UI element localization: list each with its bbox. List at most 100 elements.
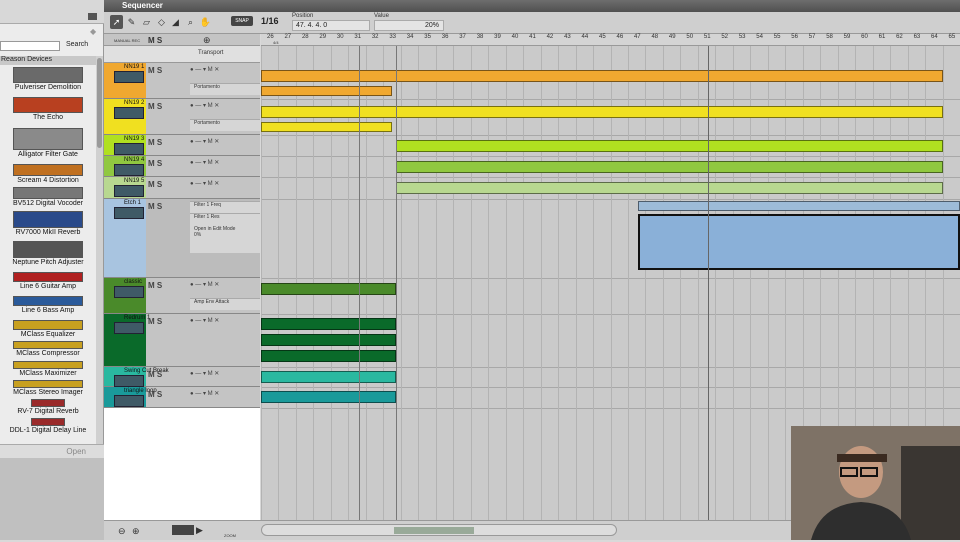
device-item[interactable]: The Echo bbox=[0, 97, 96, 121]
instrument-icon[interactable] bbox=[114, 185, 144, 197]
automation-lane[interactable]: Filter 1 Res Open in Edit Mode 0% bbox=[190, 213, 260, 253]
pencil-tool-icon[interactable]: ✎ bbox=[125, 15, 138, 29]
track-controls[interactable]: ● — ▾ M ✕ bbox=[190, 102, 260, 112]
device-item[interactable]: Alligator Filter Gate bbox=[0, 128, 96, 158]
track-name[interactable]: NN19 3 bbox=[124, 136, 144, 142]
track-name[interactable]: NN19 5 bbox=[124, 178, 144, 184]
manual-rec-label[interactable]: MANUAL REC bbox=[114, 38, 140, 43]
track-controls[interactable]: ● — ▾ M ✕ bbox=[190, 159, 260, 169]
device-item[interactable]: BV512 Digital Vocoder bbox=[0, 187, 96, 207]
loop-marker[interactable] bbox=[395, 46, 397, 520]
mute-solo-icon[interactable]: M S bbox=[148, 102, 162, 111]
mute-solo-icon[interactable]: M S bbox=[148, 281, 162, 290]
eraser-tool-icon[interactable]: ▱ bbox=[140, 15, 153, 29]
instrument-icon[interactable] bbox=[114, 107, 144, 119]
follow-song-button[interactable] bbox=[172, 525, 194, 535]
device-item[interactable]: Pulveriser Demolition bbox=[0, 67, 96, 91]
device-item[interactable]: MClass Compressor bbox=[0, 341, 96, 357]
track-lane[interactable]: NN19 4 M S ● — ▾ M ✕ bbox=[104, 156, 260, 177]
up-arrow-icon[interactable]: ◆ bbox=[90, 27, 96, 36]
device-item[interactable]: RV7000 MkII Reverb bbox=[0, 211, 96, 236]
track-lane[interactable]: Swing Cut Break M S ● — ▾ M ✕ bbox=[104, 367, 260, 387]
line-tool-icon[interactable]: ◇ bbox=[155, 15, 168, 29]
instrument-icon[interactable] bbox=[114, 164, 144, 176]
instrument-icon[interactable] bbox=[114, 207, 144, 219]
track-controls[interactable]: ● — ▾ M ✕ bbox=[190, 370, 260, 380]
track-controls[interactable]: ● — ▾ M ✕ bbox=[190, 180, 260, 190]
track-name[interactable]: NN19 4 bbox=[124, 157, 144, 163]
folder-icon[interactable] bbox=[88, 13, 97, 20]
track-lane[interactable]: Etch 1 M S ● — ▾ M ✕Filter 1 FreqFilter … bbox=[104, 199, 260, 278]
instrument-icon[interactable] bbox=[114, 322, 144, 334]
transport-lane[interactable]: Transport bbox=[104, 46, 260, 63]
scroll-thumb[interactable] bbox=[394, 527, 474, 534]
scroll-thumb[interactable] bbox=[97, 58, 102, 148]
track-name[interactable]: NN19 1 bbox=[124, 64, 144, 70]
mute-solo-icon[interactable]: M S bbox=[148, 202, 162, 211]
pattern-clip[interactable] bbox=[261, 70, 943, 82]
device-item[interactable]: MClass Stereo Imager bbox=[0, 380, 96, 396]
track-name[interactable]: NN19 2 bbox=[124, 100, 144, 106]
device-item[interactable]: Line 6 Guitar Amp bbox=[0, 272, 96, 290]
pattern-clip[interactable] bbox=[261, 122, 393, 132]
track-name[interactable]: classic bbox=[124, 279, 142, 285]
snap-button[interactable]: SNAP bbox=[231, 16, 253, 26]
selected-automation-clip[interactable] bbox=[638, 214, 960, 270]
arrow-tool-icon[interactable]: ➚ bbox=[110, 15, 123, 29]
instrument-icon[interactable] bbox=[114, 375, 144, 387]
pattern-clip[interactable] bbox=[261, 350, 396, 362]
mute-solo-icon[interactable]: M S bbox=[148, 370, 162, 379]
horizontal-scrollbar[interactable] bbox=[261, 524, 617, 536]
track-controls[interactable]: ● — ▾ M ✕ bbox=[190, 138, 260, 148]
search-button[interactable]: Search bbox=[66, 41, 92, 51]
zoom-in-icon[interactable]: ⊕ bbox=[132, 526, 140, 537]
device-item[interactable]: DDL-1 Digital Delay Line bbox=[0, 418, 96, 434]
pattern-clip[interactable] bbox=[395, 161, 943, 173]
track-lane[interactable]: NN19 5 M S ● — ▾ M ✕ bbox=[104, 177, 260, 199]
device-item[interactable]: Scream 4 Distortion bbox=[0, 164, 96, 184]
magnify-tool-icon[interactable]: ⌕ bbox=[184, 15, 197, 29]
mute-solo-icon[interactable]: M S bbox=[148, 317, 162, 326]
instrument-icon[interactable] bbox=[114, 395, 144, 407]
pattern-clip[interactable] bbox=[261, 371, 396, 383]
search-input[interactable] bbox=[0, 41, 60, 51]
play-arrow-icon[interactable]: ▶ bbox=[196, 525, 203, 536]
track-name[interactable]: Etch 1 bbox=[124, 200, 141, 206]
track-name[interactable]: Redrum 1 bbox=[124, 315, 150, 321]
automation-lane[interactable]: Amp Env Attack bbox=[190, 298, 260, 310]
automation-lane[interactable]: Portamento bbox=[190, 119, 260, 131]
browser-scrollbar[interactable] bbox=[96, 56, 103, 444]
automation-lane[interactable]: Filter 1 Freq bbox=[190, 201, 260, 213]
automation-lane[interactable]: Portamento bbox=[190, 83, 260, 95]
track-controls[interactable]: ● — ▾ M ✕ bbox=[190, 66, 260, 76]
pattern-clip[interactable] bbox=[261, 391, 396, 403]
quantize-select[interactable]: 1/16 bbox=[261, 16, 291, 28]
hand-tool-icon[interactable]: ✋ bbox=[199, 15, 212, 29]
open-button[interactable]: Open bbox=[0, 444, 104, 458]
instrument-icon[interactable] bbox=[114, 71, 144, 83]
zoom-out-icon[interactable]: ⊖ bbox=[118, 526, 126, 537]
automation-clip[interactable] bbox=[638, 201, 960, 211]
mute-all-icon[interactable]: M S bbox=[148, 36, 162, 45]
device-item[interactable]: Line 6 Bass Amp bbox=[0, 296, 96, 314]
position-field[interactable]: 47. 4. 4. 0 bbox=[292, 20, 370, 31]
mute-solo-icon[interactable]: M S bbox=[148, 138, 162, 147]
track-lane[interactable]: NN19 1 M S ● — ▾ M ✕ Portamento bbox=[104, 63, 260, 99]
add-track-icon[interactable]: ⊕ bbox=[203, 35, 211, 46]
track-lane[interactable]: NN19 2 M S ● — ▾ M ✕ Portamento bbox=[104, 99, 260, 135]
device-item[interactable]: RV-7 Digital Reverb bbox=[0, 399, 96, 415]
track-controls[interactable]: ● — ▾ M ✕ bbox=[190, 390, 260, 400]
track-lane[interactable]: triangle loop M S ● — ▾ M ✕ bbox=[104, 387, 260, 408]
mute-solo-icon[interactable]: M S bbox=[148, 159, 162, 168]
pattern-clip[interactable] bbox=[261, 334, 396, 346]
pattern-clip[interactable] bbox=[261, 283, 396, 295]
track-controls[interactable]: ● — ▾ M ✕ bbox=[190, 317, 260, 327]
speaker-tool-icon[interactable]: ◢ bbox=[169, 15, 182, 29]
pattern-clip[interactable] bbox=[261, 106, 943, 118]
timeline-ruler[interactable]: 26 27 28 29 30 31 32 33 34 35 36 37 38 39 40 41 42 43 44 45… bbox=[261, 34, 960, 46]
track-lane[interactable]: NN19 3 M S ● — ▾ M ✕ bbox=[104, 135, 260, 156]
track-controls[interactable]: ● — ▾ M ✕ bbox=[190, 281, 260, 291]
instrument-icon[interactable] bbox=[114, 286, 144, 298]
track-lane[interactable]: classic M S ● — ▾ M ✕ Amp Env Attack bbox=[104, 278, 260, 314]
mute-solo-icon[interactable]: M S bbox=[148, 390, 162, 399]
